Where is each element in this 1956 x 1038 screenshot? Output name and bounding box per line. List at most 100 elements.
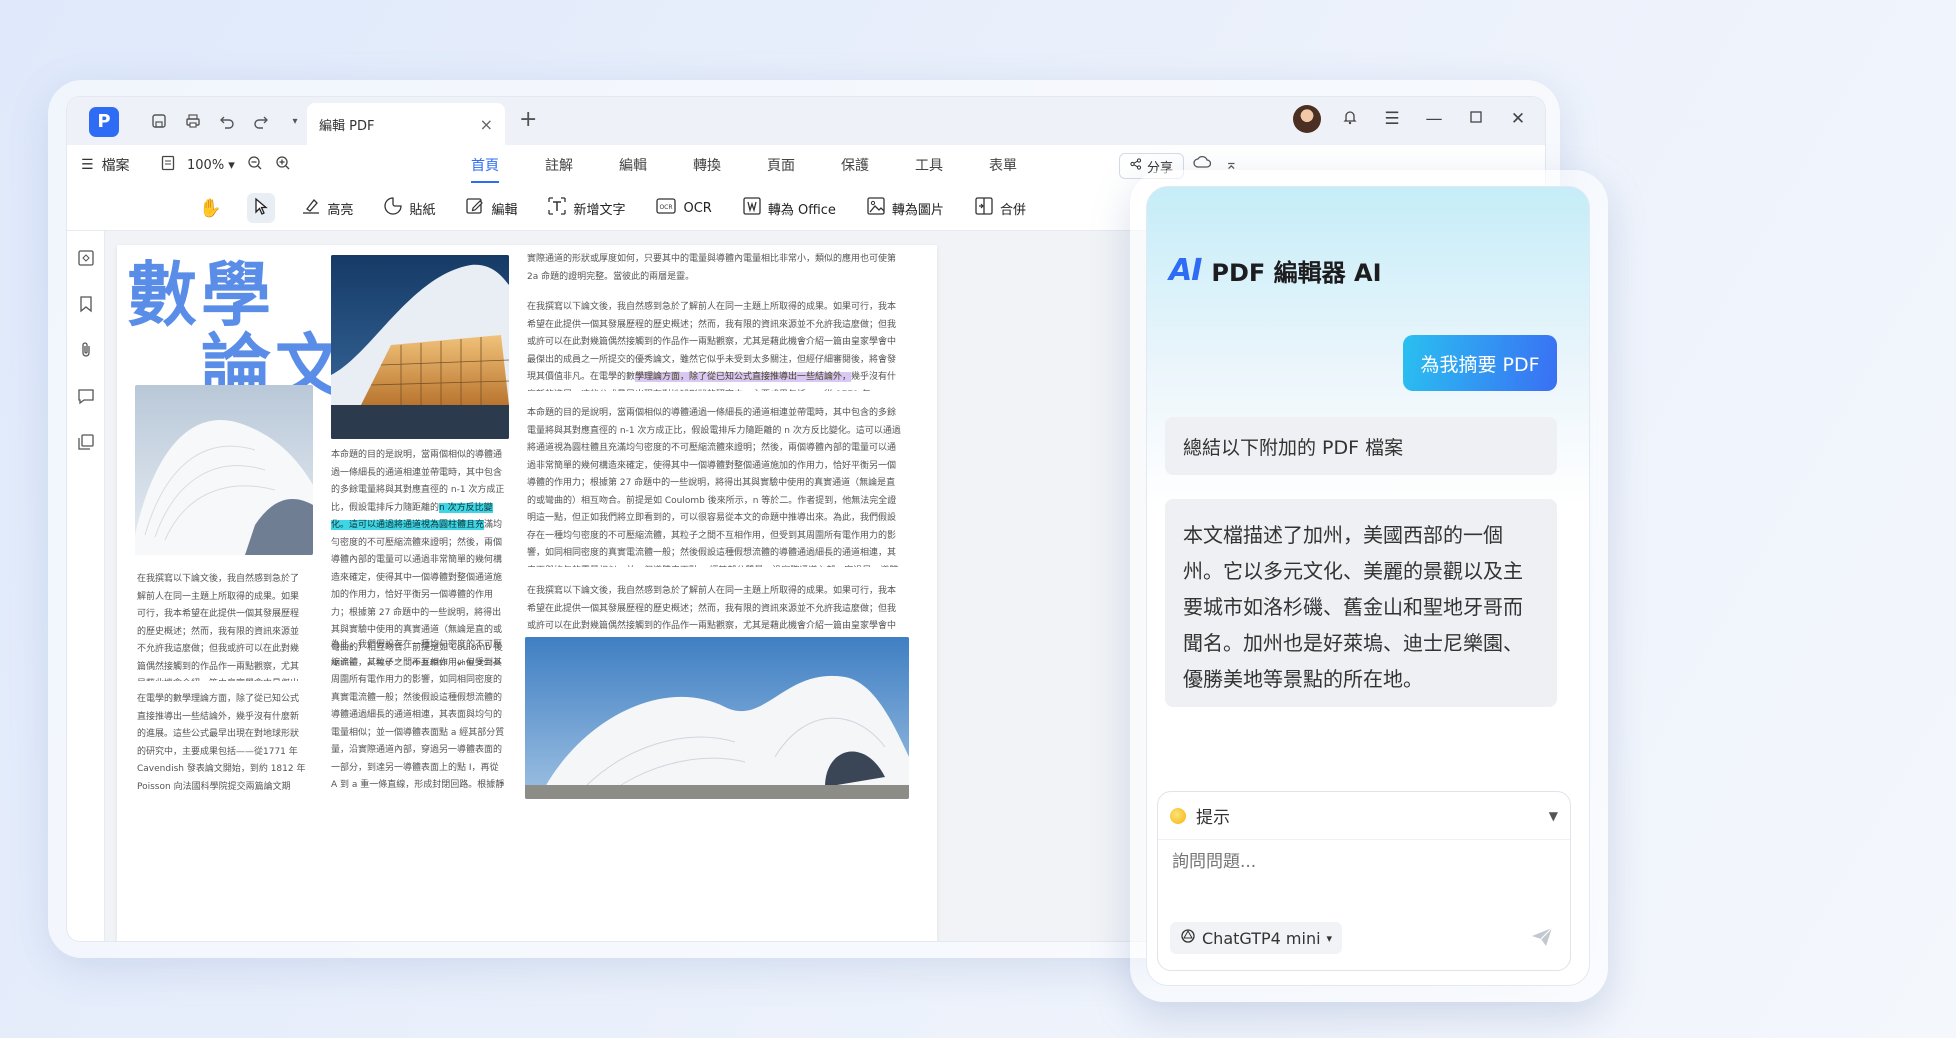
highlighted-text-purple[interactable]: 學理論方面，除了從已知公式直接推導出一些結論外， (635, 372, 852, 382)
tab-form[interactable]: 表單 (989, 155, 1017, 183)
window-controls: ☰ — ✕ (1293, 105, 1531, 133)
ai-panel-header: AI PDF 編輯器 AI (1169, 253, 1382, 288)
save-icon[interactable] (145, 107, 173, 135)
share-icon (1130, 158, 1142, 174)
document-tab[interactable]: 編輯 PDF × (307, 103, 505, 145)
bookmark-icon[interactable] (76, 295, 96, 315)
select-tool[interactable] (247, 193, 276, 223)
app-logo-icon[interactable]: P (89, 107, 119, 137)
tab-edit[interactable]: 編輯 (619, 155, 647, 183)
minimize-icon[interactable]: — (1421, 109, 1447, 129)
chevron-down-icon: ▾ (1326, 931, 1333, 945)
add-text-label: 新增文字 (573, 202, 626, 218)
col3-paragraph-1: 在我撰寫以下論文後，我自然感到急於了解前人在同一主題上所取得的成果。如果可行，我… (527, 302, 897, 391)
user-message: 總結以下附加的 PDF 檔案 (1165, 417, 1557, 475)
hand-tool[interactable]: ✋ (195, 193, 225, 223)
tab-page[interactable]: 頁面 (767, 155, 795, 183)
sticker-icon (383, 196, 403, 221)
send-icon[interactable] (1530, 926, 1554, 954)
page-view-icon[interactable] (161, 155, 175, 175)
col3-paragraph-0: 實際通道的形狀或厚度如何，只要其中的電量與導體內電量相比非常小，類似的應用也可使… (527, 254, 897, 282)
to-office-tool[interactable]: 轉為 Office (738, 193, 840, 223)
tool-list: ✋ 高亮 貼紙 編輯 新增文字 OCR OCR 轉為 Office 轉為圖片 合… (195, 193, 1030, 223)
svg-text:OCR: OCR (660, 204, 673, 211)
thumbnail-icon[interactable] (76, 249, 96, 269)
print-icon[interactable] (179, 107, 207, 135)
pdf-page[interactable]: 數學 論文 在我撰寫以下論文後，我自然感到急於了解前人在同一主題上所取得的成果。… (117, 245, 937, 941)
close-tab-icon[interactable]: × (480, 115, 493, 134)
col3-paragraph-3: 在我撰寫以下論文後，我自然感到急於了解前人在同一主題上所取得的成果。如果可行，我… (527, 586, 897, 631)
undo-icon[interactable] (213, 107, 241, 135)
tab-convert[interactable]: 轉換 (693, 155, 721, 183)
file-menu[interactable]: ☰ 檔案 (81, 155, 130, 175)
notification-bell-icon[interactable] (1337, 109, 1363, 130)
ask-question-input[interactable] (1172, 852, 1552, 872)
to-image-label: 轉為圖片 (891, 202, 944, 218)
title-bar: P ▾ 編輯 PDF × + ☰ — ✕ (67, 97, 1545, 145)
prompt-hint-select[interactable]: 提示 ▼ (1158, 792, 1570, 840)
add-text-icon (547, 196, 567, 221)
menu-icon[interactable]: ☰ (1379, 109, 1405, 129)
quick-access-toolbar: ▾ (145, 107, 309, 135)
merge-icon (974, 196, 994, 221)
chevron-down-icon: ▼ (1548, 808, 1558, 823)
merge-label: 合併 (999, 202, 1026, 218)
hand-icon: ✋ (199, 197, 222, 219)
ai-assistant-panel: AI PDF 編輯器 AI 為我摘要 PDF 總結以下附加的 PDF 檔案 本文… (1146, 186, 1590, 986)
summarize-pdf-button[interactable]: 為我摘要 PDF (1403, 335, 1557, 391)
openai-icon (1180, 928, 1196, 948)
model-select[interactable]: ChatGTP4 mini ▾ (1170, 922, 1343, 954)
add-text-tool[interactable]: 新增文字 (543, 193, 629, 223)
ocr-icon: OCR (655, 197, 677, 220)
zoom-in-icon[interactable] (275, 155, 291, 175)
attachment-icon[interactable] (76, 341, 96, 361)
file-menu-label: 檔案 (101, 158, 130, 174)
ai-response: 本文檔描述了加州，美國西部的一個州。它以多元文化、美麗的景觀以及主要城市如洛杉磯… (1165, 499, 1557, 707)
col3-paragraph-2: 本命題的目的是說明，當兩個相似的導體通過一條細長的通道相連並帶電時，其中包含的多… (527, 408, 901, 567)
edit-tool[interactable]: 編輯 (461, 193, 521, 223)
zoom-out-icon[interactable] (247, 155, 263, 175)
merge-tool[interactable]: 合併 (970, 193, 1030, 223)
hamburger-icon: ☰ (81, 157, 94, 173)
col2-paragraph-2: 為此，我們假設存在一種均勻密度的不可壓縮流體，其粒子之間不互相作用，但受到其周圍… (331, 640, 505, 790)
ocr-label: OCR (683, 200, 712, 216)
tab-comment[interactable]: 註解 (545, 155, 573, 183)
document-tab-title: 編輯 PDF (319, 118, 375, 134)
chat-input-box: 提示 ▼ ChatGTP4 mini ▾ (1157, 791, 1571, 971)
hint-label: 提示 (1196, 808, 1230, 828)
col1-paragraph-1: 在我撰寫以下論文後，我自然感到急於了解前人在同一主題上所取得的成果。如果可行，我… (137, 574, 300, 681)
edit-icon (465, 196, 485, 221)
maximize-icon[interactable] (1463, 109, 1489, 129)
to-image-tool[interactable]: 轉為圖片 (862, 193, 948, 223)
zoom-level-select[interactable]: 100% ▾ (187, 158, 235, 173)
highlight-icon (301, 197, 321, 220)
highlight-tool[interactable]: 高亮 (297, 193, 357, 223)
ribbon-tabs: 首頁 註解 編輯 轉換 頁面 保護 工具 表單 (471, 155, 1017, 183)
tab-protect[interactable]: 保護 (841, 155, 869, 183)
lightbulb-icon (1170, 807, 1186, 824)
cursor-icon (253, 197, 269, 220)
to-office-label: 轉為 Office (767, 202, 836, 218)
to-office-icon (742, 196, 762, 221)
more-dropdown-icon[interactable]: ▾ (281, 107, 309, 135)
col1-paragraph-2: 在電學的數學理論方面，除了從已知公式直接推導出一些結論外，幾乎沒有什麼新的進展。… (137, 694, 306, 792)
new-tab-button[interactable]: + (519, 107, 537, 132)
ai-logo-icon: AI (1169, 253, 1202, 288)
building-photo-night (331, 255, 509, 439)
pages-icon[interactable] (76, 433, 96, 453)
redo-icon[interactable] (247, 107, 275, 135)
comment-icon[interactable] (76, 387, 96, 407)
to-image-icon (866, 196, 886, 221)
building-photo-left (135, 385, 313, 555)
avatar[interactable] (1293, 105, 1321, 133)
close-window-icon[interactable]: ✕ (1505, 109, 1531, 129)
model-label: ChatGTP4 mini (1202, 928, 1321, 948)
ocr-tool[interactable]: OCR OCR (651, 193, 715, 223)
edit-label: 編輯 (491, 202, 518, 218)
sticker-label: 貼紙 (409, 202, 436, 218)
sticker-tool[interactable]: 貼紙 (379, 193, 439, 223)
col2-paragraph-1: 本命題的目的是說明，當兩個相似的導體通過一條細長的通道相連並帶電時，其中包含的多… (331, 450, 505, 665)
tab-tools[interactable]: 工具 (915, 155, 943, 183)
tab-home[interactable]: 首頁 (471, 155, 499, 183)
left-sidebar (67, 231, 105, 941)
